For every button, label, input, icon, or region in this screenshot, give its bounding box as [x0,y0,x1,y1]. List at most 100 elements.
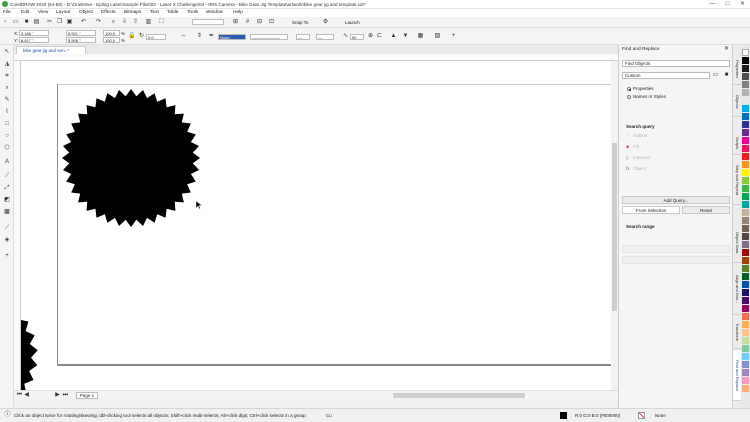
palette-swatch[interactable] [742,225,749,232]
menu-layout[interactable]: Layout [56,10,70,15]
palette-swatch[interactable] [742,321,749,328]
to-back-icon[interactable]: ▼ [402,33,409,40]
names-styles-radio[interactable] [627,95,631,99]
options-gear-icon[interactable]: ⚙ [322,19,329,26]
add-query-button[interactable]: Add Query... [622,196,730,204]
rotation-angle-field[interactable]: 0.0 [146,34,166,40]
outline-width-select[interactable]: None [218,34,246,40]
palette-swatch[interactable] [742,297,749,304]
menu-view[interactable]: View [38,10,48,15]
freehand-tool-icon[interactable]: ✎ [3,96,11,104]
drop-shadow-icon[interactable]: ◩ [3,196,11,204]
crop-tool-icon[interactable]: ⌗ [3,72,11,80]
publish-pdf-icon[interactable]: ▥ [145,19,152,26]
export-icon[interactable]: ⇧ [132,19,139,26]
scale-height-field[interactable]: 100.0 [103,37,120,43]
add-icon[interactable]: + [450,33,457,40]
palette-swatch[interactable] [742,305,749,312]
docker-close-icon[interactable]: ✕ [723,46,730,53]
horizontal-scrollbar[interactable] [14,391,618,400]
palette-swatch[interactable] [742,89,749,96]
pen-icon[interactable]: ✒ [208,33,215,40]
artistic-media-icon[interactable]: ⌇ [3,108,11,116]
open-icon[interactable]: ▭ [12,19,19,26]
smoothing-count-field[interactable]: 50 [350,34,364,40]
palette-swatch[interactable] [742,113,749,120]
menu-tools[interactable]: Tools [187,10,198,15]
palette-swatch[interactable] [742,73,749,80]
parallel-dimension-icon[interactable]: ⟋ [3,172,11,180]
palette-swatch[interactable] [742,313,749,320]
preset-select[interactable]: Custom [622,72,710,79]
close-button[interactable]: ✕ [735,0,750,8]
curve-smoothing-icon[interactable]: ∿ [342,33,349,40]
grid-icon[interactable]: # [244,19,251,26]
vertical-scrollbar[interactable] [611,61,618,390]
palette-swatch[interactable] [742,153,749,160]
query-outline[interactable]: Outline [633,133,647,138]
palette-swatch[interactable] [742,161,749,168]
interactive-fill-icon[interactable]: ◈ [3,236,11,244]
cut-icon[interactable]: ✂ [46,19,53,26]
palette-swatch[interactable] [742,353,749,360]
palette-swatch[interactable] [742,185,749,192]
print-icon[interactable]: ▤ [33,19,40,26]
x-position-field[interactable]: 3.186 " [19,30,49,36]
menu-effects[interactable]: Effects [101,10,116,15]
y-position-field[interactable]: 8.817 " [19,37,49,43]
palette-swatch[interactable] [742,105,749,112]
reset-button[interactable]: Reset [682,206,730,214]
zoom-level-select[interactable] [192,19,224,25]
menu-edit[interactable]: Edit [21,10,29,15]
pick-tool-icon[interactable]: ↖ [3,48,11,56]
palette-swatch[interactable] [742,385,749,392]
palette-swatch[interactable] [742,257,749,264]
copy-icon[interactable]: ❐ [56,19,63,26]
palette-swatch[interactable] [742,193,749,200]
guidelines-icon[interactable]: ⊟ [256,19,263,26]
menu-file[interactable]: File [3,10,11,15]
launch-dropdown[interactable]: Launch [345,20,360,25]
line-style-select[interactable]: ——————— [250,34,288,40]
palette-swatch[interactable] [742,273,749,280]
redo-icon[interactable]: ↷ [95,19,102,26]
palette-swatch[interactable] [742,65,749,72]
palette-swatch[interactable] [742,201,749,208]
menu-object[interactable]: Object [79,10,93,15]
paste-icon[interactable]: ▣ [66,19,73,26]
save-icon[interactable]: ■ [23,19,30,26]
query-object[interactable]: Object [633,166,646,171]
end-arrow-select[interactable]: — [316,34,334,40]
height-field[interactable]: 5.906 " [66,37,96,43]
menu-help[interactable]: Help [233,10,243,15]
add-tool-icon[interactable]: + [3,252,11,260]
width-field[interactable]: 5.921 " [66,30,96,36]
from-selection-button[interactable]: From Selection [622,206,680,214]
undo-icon[interactable]: ↶ [80,19,87,26]
palette-swatch[interactable] [742,169,749,176]
rulers-icon[interactable]: ⊞ [232,19,239,26]
palette-swatch[interactable] [742,121,749,128]
ungroup-icon[interactable]: ▧ [434,33,441,40]
polygon-tool-icon[interactable]: ⬡ [3,144,11,152]
text-tool-icon[interactable]: A [3,158,11,166]
palette-swatch[interactable] [742,129,749,136]
document-tab[interactable]: bike gear jig and tem..* [16,46,86,54]
to-front-icon[interactable]: ▲ [390,33,397,40]
horizontal-ruler[interactable] [14,54,618,61]
properties-radio[interactable] [627,87,631,91]
connector-tool-icon[interactable]: ⤢ [3,184,11,192]
wrap-text-icon[interactable]: ⊏ [376,33,383,40]
snap-icon[interactable]: ⊡ [268,19,275,26]
find-mode-select[interactable]: Find Objects [622,60,730,67]
palette-swatch[interactable] [742,97,749,104]
palette-swatch[interactable] [742,249,749,256]
gear-shape[interactable] [62,89,200,227]
object-query-icon[interactable]: fx [626,166,630,171]
palette-swatch[interactable] [742,217,749,224]
palette-swatch[interactable] [742,233,749,240]
vertical-ruler[interactable] [14,61,21,390]
search-range-button[interactable] [622,245,730,253]
vertical-scroll-thumb[interactable] [612,143,617,311]
full-screen-icon[interactable]: ⛶ [158,19,165,26]
